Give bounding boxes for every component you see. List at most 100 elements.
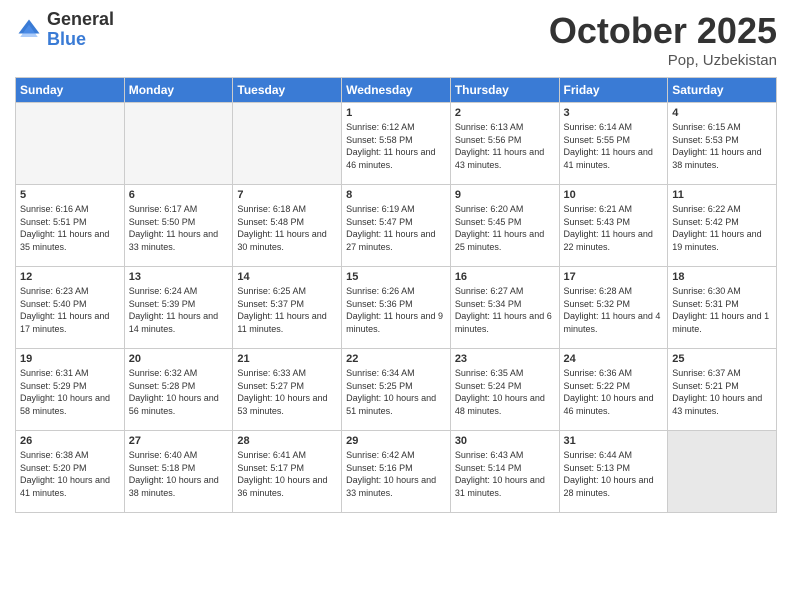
calendar-cell: 7Sunrise: 6:18 AM Sunset: 5:48 PM Daylig…: [233, 185, 342, 267]
calendar-cell: 6 Sunrise: 6:17 AM Sunset: 5:50 PM Daylig…: [124, 185, 233, 267]
day-number: 19: [20, 353, 120, 365]
day-info: Sunrise: 6:13 AM Sunset: 5:56 PM Dayligh…: [455, 121, 555, 171]
title-block: October 2025 Pop, Uzbekistan: [549, 10, 777, 69]
day-info: Sunrise: 6:26 AM Sunset: 5:36 PM Dayligh…: [346, 285, 446, 335]
day-info: Sunrise: 6:30 AM Sunset: 5:31 PM Dayligh…: [672, 285, 772, 335]
location: Pop, Uzbekistan: [549, 52, 777, 69]
day-number: 9: [455, 189, 555, 201]
weekday-header-saturday: Saturday: [668, 78, 777, 103]
day-number: 16: [455, 271, 555, 283]
calendar-cell: 23 Sunrise: 6:35 AM Sunset: 5:24 PM Dayli…: [450, 349, 559, 431]
logo-blue-text: Blue: [47, 30, 114, 50]
calendar-cell: 22 Sunrise: 6:34 AM Sunset: 5:25 PM Dayli…: [342, 349, 451, 431]
calendar-cell: 12 Sunrise: 6:23 AM Sunset: 5:40 PM Dayli…: [16, 267, 125, 349]
calendar-cell: [233, 103, 342, 185]
day-info: Sunrise: 6:44 AM Sunset: 5:13 PM Dayligh…: [564, 449, 664, 499]
calendar-cell: [668, 431, 777, 513]
calendar-cell: 3 Sunrise: 6:14 AM Sunset: 5:55 PM Daylig…: [559, 103, 668, 185]
day-number: 2: [455, 107, 555, 119]
day-info: Sunrise: 6:32 AM Sunset: 5:28 PM Dayligh…: [129, 367, 229, 417]
day-info: Sunrise: 6:40 AM Sunset: 5:18 PM Dayligh…: [129, 449, 229, 499]
logo: General Blue: [15, 10, 114, 50]
calendar-cell: 10Sunrise: 6:21 AM Sunset: 5:43 PM Dayli…: [559, 185, 668, 267]
day-info: Sunrise: 6:42 AM Sunset: 5:16 PM Dayligh…: [346, 449, 446, 499]
day-number: 12: [20, 271, 120, 283]
day-info: Sunrise: 6:36 AM Sunset: 5:22 PM Dayligh…: [564, 367, 664, 417]
calendar-cell: 31 Sunrise: 6:44 AM Sunset: 5:13 PM Dayli…: [559, 431, 668, 513]
day-number: 8: [346, 189, 446, 201]
day-info: Sunrise: 6:12 AM Sunset: 5:58 PM Dayligh…: [346, 121, 446, 171]
week-row-2: 12 Sunrise: 6:23 AM Sunset: 5:40 PM Dayli…: [16, 267, 777, 349]
day-info: Sunrise: 6:14 AM Sunset: 5:55 PM Dayligh…: [564, 121, 664, 171]
day-info: Sunrise: 6:35 AM Sunset: 5:24 PM Dayligh…: [455, 367, 555, 417]
calendar-cell: [16, 103, 125, 185]
day-number: 18: [672, 271, 772, 283]
logo-icon: [15, 16, 43, 44]
day-info: Sunrise: 6:33 AM Sunset: 5:27 PM Dayligh…: [237, 367, 337, 417]
week-row-1: 5 Sunrise: 6:16 AM Sunset: 5:51 PM Daylig…: [16, 185, 777, 267]
day-info: Sunrise: 6:24 AM Sunset: 5:39 PM Dayligh…: [129, 285, 229, 335]
day-number: 21: [237, 353, 337, 365]
day-info: Sunrise: 6:43 AM Sunset: 5:14 PM Dayligh…: [455, 449, 555, 499]
weekday-header-wednesday: Wednesday: [342, 78, 451, 103]
weekday-header-row: SundayMondayTuesdayWednesdayThursdayFrid…: [16, 78, 777, 103]
week-row-4: 26 Sunrise: 6:38 AM Sunset: 5:20 PM Dayli…: [16, 431, 777, 513]
calendar-cell: 5 Sunrise: 6:16 AM Sunset: 5:51 PM Daylig…: [16, 185, 125, 267]
calendar-cell: 24Sunrise: 6:36 AM Sunset: 5:22 PM Dayli…: [559, 349, 668, 431]
day-number: 22: [346, 353, 446, 365]
calendar-cell: 11Sunrise: 6:22 AM Sunset: 5:42 PM Dayli…: [668, 185, 777, 267]
week-row-3: 19 Sunrise: 6:31 AM Sunset: 5:29 PM Dayli…: [16, 349, 777, 431]
logo-text: General Blue: [47, 10, 114, 50]
month-title: October 2025: [549, 10, 777, 52]
day-number: 5: [20, 189, 120, 201]
calendar-cell: 20 Sunrise: 6:32 AM Sunset: 5:28 PM Dayli…: [124, 349, 233, 431]
calendar-cell: 13Sunrise: 6:24 AM Sunset: 5:39 PM Dayli…: [124, 267, 233, 349]
day-info: Sunrise: 6:27 AM Sunset: 5:34 PM Dayligh…: [455, 285, 555, 335]
day-number: 27: [129, 435, 229, 447]
day-number: 31: [564, 435, 664, 447]
calendar-cell: 21 Sunrise: 6:33 AM Sunset: 5:27 PM Dayli…: [233, 349, 342, 431]
day-number: 6: [129, 189, 229, 201]
weekday-header-friday: Friday: [559, 78, 668, 103]
day-number: 15: [346, 271, 446, 283]
calendar-cell: 18 Sunrise: 6:30 AM Sunset: 5:31 PM Dayli…: [668, 267, 777, 349]
calendar-cell: 26 Sunrise: 6:38 AM Sunset: 5:20 PM Dayli…: [16, 431, 125, 513]
day-info: Sunrise: 6:34 AM Sunset: 5:25 PM Dayligh…: [346, 367, 446, 417]
calendar-cell: 8Sunrise: 6:19 AM Sunset: 5:47 PM Daylig…: [342, 185, 451, 267]
calendar-cell: 19 Sunrise: 6:31 AM Sunset: 5:29 PM Dayli…: [16, 349, 125, 431]
day-info: Sunrise: 6:17 AM Sunset: 5:50 PM Dayligh…: [129, 203, 229, 253]
calendar-cell: 1 Sunrise: 6:12 AM Sunset: 5:58 PM Daylig…: [342, 103, 451, 185]
weekday-header-thursday: Thursday: [450, 78, 559, 103]
day-info: Sunrise: 6:23 AM Sunset: 5:40 PM Dayligh…: [20, 285, 120, 335]
day-info: Sunrise: 6:16 AM Sunset: 5:51 PM Dayligh…: [20, 203, 120, 253]
weekday-header-monday: Monday: [124, 78, 233, 103]
day-number: 4: [672, 107, 772, 119]
weekday-header-tuesday: Tuesday: [233, 78, 342, 103]
day-number: 1: [346, 107, 446, 119]
calendar-cell: 4Sunrise: 6:15 AM Sunset: 5:53 PM Daylig…: [668, 103, 777, 185]
weekday-header-sunday: Sunday: [16, 78, 125, 103]
calendar-cell: 28Sunrise: 6:41 AM Sunset: 5:17 PM Dayli…: [233, 431, 342, 513]
week-row-0: 1 Sunrise: 6:12 AM Sunset: 5:58 PM Daylig…: [16, 103, 777, 185]
calendar-cell: 9Sunrise: 6:20 AM Sunset: 5:45 PM Daylig…: [450, 185, 559, 267]
day-info: Sunrise: 6:38 AM Sunset: 5:20 PM Dayligh…: [20, 449, 120, 499]
header: General Blue October 2025 Pop, Uzbekista…: [15, 10, 777, 69]
calendar-cell: 27 Sunrise: 6:40 AM Sunset: 5:18 PM Dayli…: [124, 431, 233, 513]
day-number: 20: [129, 353, 229, 365]
day-number: 29: [346, 435, 446, 447]
day-info: Sunrise: 6:41 AM Sunset: 5:17 PM Dayligh…: [237, 449, 337, 499]
calendar-cell: 16 Sunrise: 6:27 AM Sunset: 5:34 PM Dayli…: [450, 267, 559, 349]
page-container: General Blue October 2025 Pop, Uzbekista…: [0, 0, 792, 523]
calendar-cell: 29 Sunrise: 6:42 AM Sunset: 5:16 PM Dayli…: [342, 431, 451, 513]
day-number: 17: [564, 271, 664, 283]
day-number: 26: [20, 435, 120, 447]
calendar-cell: 25Sunrise: 6:37 AM Sunset: 5:21 PM Dayli…: [668, 349, 777, 431]
calendar-table: SundayMondayTuesdayWednesdayThursdayFrid…: [15, 77, 777, 513]
day-number: 10: [564, 189, 664, 201]
day-number: 11: [672, 189, 772, 201]
day-info: Sunrise: 6:37 AM Sunset: 5:21 PM Dayligh…: [672, 367, 772, 417]
calendar-cell: 30Sunrise: 6:43 AM Sunset: 5:14 PM Dayli…: [450, 431, 559, 513]
day-number: 23: [455, 353, 555, 365]
day-info: Sunrise: 6:31 AM Sunset: 5:29 PM Dayligh…: [20, 367, 120, 417]
day-number: 3: [564, 107, 664, 119]
